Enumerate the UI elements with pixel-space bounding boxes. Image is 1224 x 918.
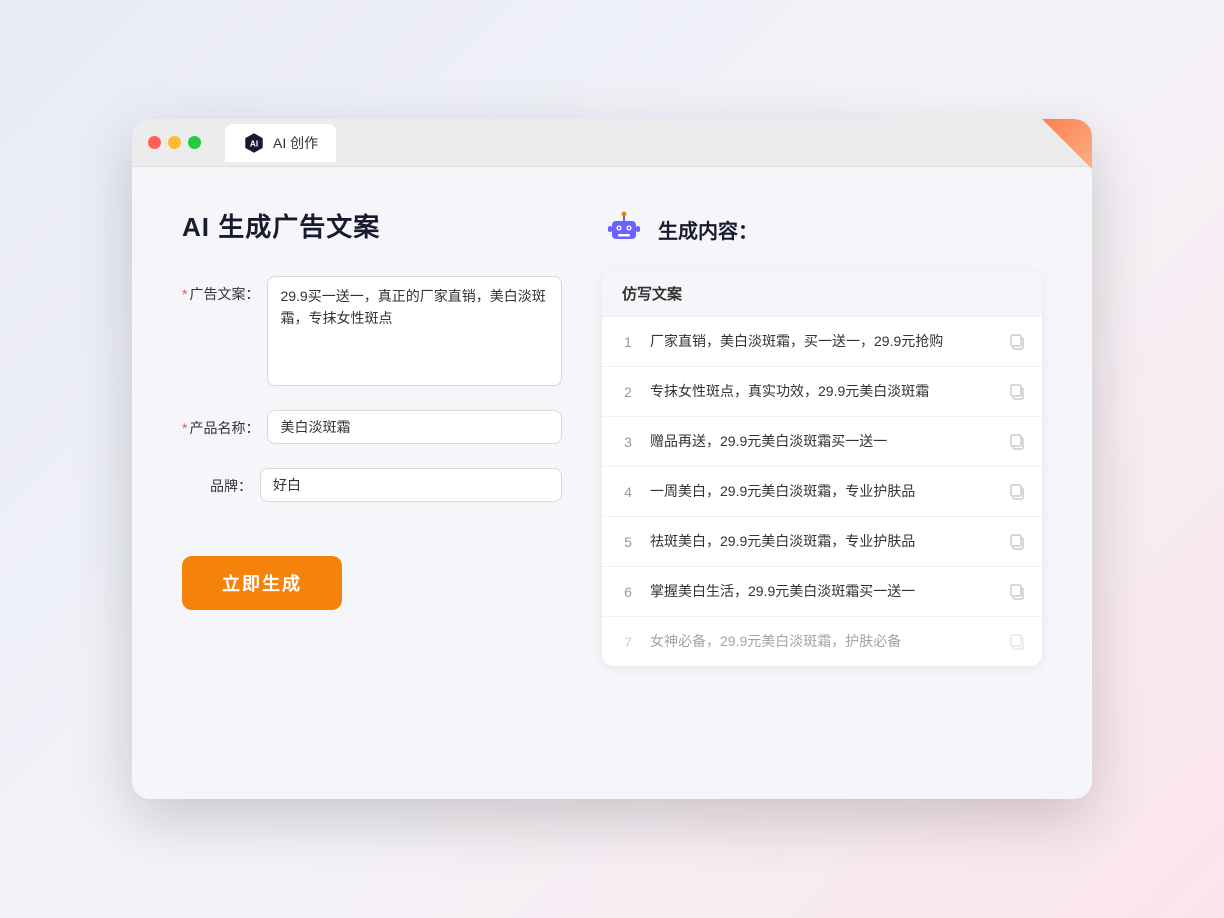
svg-text:AI: AI xyxy=(250,139,258,148)
result-row: 2 专抹女性斑点，真实功效，29.9元美白淡斑霜 xyxy=(602,367,1042,417)
copy-icon-3[interactable] xyxy=(1008,433,1026,451)
product-name-label: *产品名称： xyxy=(182,410,259,438)
result-title: 生成内容： xyxy=(658,215,758,244)
tab-label: AI 创作 xyxy=(273,133,318,153)
result-row-faded: 7 女神必备，29.9元美白淡斑霜，护肤必备 xyxy=(602,617,1042,666)
row-num-1: 1 xyxy=(618,334,638,350)
row-text-3: 赠品再送，29.9元美白淡斑霜买一送一 xyxy=(650,431,996,452)
traffic-lights xyxy=(148,136,201,149)
ai-tab-icon: AI xyxy=(243,132,265,154)
copy-icon-6[interactable] xyxy=(1008,583,1026,601)
row-text-6: 掌握美白生活，29.9元美白淡斑霜买一送一 xyxy=(650,581,996,602)
row-text-5: 祛斑美白，29.9元美白淡斑霜，专业护肤品 xyxy=(650,531,996,552)
product-name-group: *产品名称： xyxy=(182,410,562,444)
left-panel: AI 生成广告文案 *广告文案： 29.9买一送一，真正的厂家直销，美白淡斑霜，… xyxy=(182,207,562,666)
minimize-button[interactable] xyxy=(168,136,181,149)
ad-copy-input[interactable]: 29.9买一送一，真正的厂家直销，美白淡斑霜，专抹女性斑点 xyxy=(267,276,562,386)
result-table-header: 仿写文案 xyxy=(602,271,1042,317)
copy-icon-2[interactable] xyxy=(1008,383,1026,401)
page-title: AI 生成广告文案 xyxy=(182,207,562,244)
row-num-6: 6 xyxy=(618,584,638,600)
close-button[interactable] xyxy=(148,136,161,149)
brand-input[interactable] xyxy=(260,468,562,502)
row-num-3: 3 xyxy=(618,434,638,450)
tab-ai-create[interactable]: AI AI 创作 xyxy=(225,124,336,162)
row-text-1: 厂家直销，美白淡斑霜，买一送一，29.9元抢购 xyxy=(650,331,996,352)
result-row: 4 一周美白，29.9元美白淡斑霜，专业护肤品 xyxy=(602,467,1042,517)
browser-window: AI AI 创作 AI 生成广告文案 *广告文案： 29.9买一送一，真正的厂家… xyxy=(132,119,1092,799)
row-num-5: 5 xyxy=(618,534,638,550)
copy-icon-5[interactable] xyxy=(1008,533,1026,551)
required-star-1: * xyxy=(182,286,187,302)
row-text-7: 女神必备，29.9元美白淡斑霜，护肤必备 xyxy=(650,631,996,652)
right-panel: 生成内容： 仿写文案 1 厂家直销，美白淡斑霜，买一送一，29.9元抢购 2 专… xyxy=(602,207,1042,666)
result-header: 生成内容： xyxy=(602,207,1042,251)
row-num-4: 4 xyxy=(618,484,638,500)
copy-icon-7[interactable] xyxy=(1008,633,1026,651)
product-name-input[interactable] xyxy=(267,410,562,444)
row-num-7: 7 xyxy=(618,634,638,650)
row-text-4: 一周美白，29.9元美白淡斑霜，专业护肤品 xyxy=(650,481,996,502)
brand-group: 品牌： xyxy=(182,468,562,502)
required-star-2: * xyxy=(182,420,187,436)
copy-icon-1[interactable] xyxy=(1008,333,1026,351)
generate-button[interactable]: 立即生成 xyxy=(182,556,342,610)
result-box: 仿写文案 1 厂家直销，美白淡斑霜，买一送一，29.9元抢购 2 专抹女性斑点，… xyxy=(602,271,1042,666)
ad-copy-label: *广告文案： xyxy=(182,276,259,304)
copy-icon-4[interactable] xyxy=(1008,483,1026,501)
main-content: AI 生成广告文案 *广告文案： 29.9买一送一，真正的厂家直销，美白淡斑霜，… xyxy=(132,167,1092,706)
result-row: 3 赠品再送，29.9元美白淡斑霜买一送一 xyxy=(602,417,1042,467)
title-bar: AI AI 创作 xyxy=(132,119,1092,167)
result-row: 6 掌握美白生活，29.9元美白淡斑霜买一送一 xyxy=(602,567,1042,617)
tab-area: AI AI 创作 xyxy=(225,124,336,162)
row-num-2: 2 xyxy=(618,384,638,400)
brand-label: 品牌： xyxy=(182,468,252,496)
result-row: 1 厂家直销，美白淡斑霜，买一送一，29.9元抢购 xyxy=(602,317,1042,367)
robot-icon xyxy=(602,207,646,251)
maximize-button[interactable] xyxy=(188,136,201,149)
result-row: 5 祛斑美白，29.9元美白淡斑霜，专业护肤品 xyxy=(602,517,1042,567)
row-text-2: 专抹女性斑点，真实功效，29.9元美白淡斑霜 xyxy=(650,381,996,402)
ad-copy-group: *广告文案： 29.9买一送一，真正的厂家直销，美白淡斑霜，专抹女性斑点 xyxy=(182,276,562,386)
